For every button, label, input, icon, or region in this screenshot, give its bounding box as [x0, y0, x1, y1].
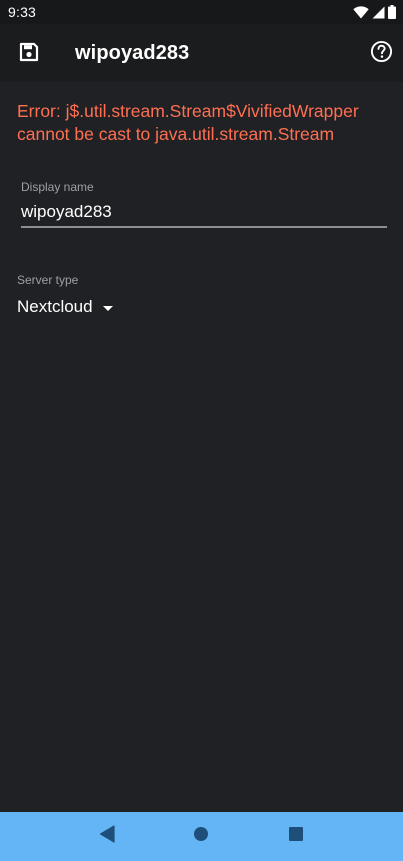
server-type-dropdown[interactable]: Nextcloud	[17, 296, 113, 318]
dropdown-arrow-icon	[102, 305, 113, 311]
help-button[interactable]	[367, 40, 395, 68]
back-triangle-icon	[99, 825, 115, 848]
wifi-icon	[353, 5, 369, 19]
signal-icon	[372, 6, 385, 19]
display-name-input[interactable]	[21, 202, 387, 228]
save-icon	[19, 42, 39, 67]
recents-square-icon	[288, 826, 304, 847]
display-name-label: Display name	[21, 180, 94, 194]
recents-button[interactable]	[276, 817, 316, 857]
battery-icon	[388, 5, 396, 19]
save-button[interactable]	[14, 39, 44, 69]
app-title: wipoyad283	[75, 42, 190, 64]
screen: 9:33 wipoyad283 Error: j$.util.stream.St…	[0, 0, 403, 861]
home-circle-icon	[193, 826, 209, 847]
home-button[interactable]	[181, 817, 221, 857]
navigation-bar	[0, 812, 403, 861]
status-time: 9:33	[8, 4, 37, 20]
status-icons	[353, 5, 396, 19]
help-icon	[370, 40, 393, 68]
error-message: Error: j$.util.stream.Stream$VivifiedWra…	[17, 101, 359, 144]
status-bar: 9:33	[0, 0, 403, 24]
back-button[interactable]	[87, 817, 127, 857]
app-bar: wipoyad283	[0, 24, 403, 82]
server-type-label: Server type	[17, 273, 79, 287]
server-type-value: Nextcloud	[17, 297, 93, 316]
